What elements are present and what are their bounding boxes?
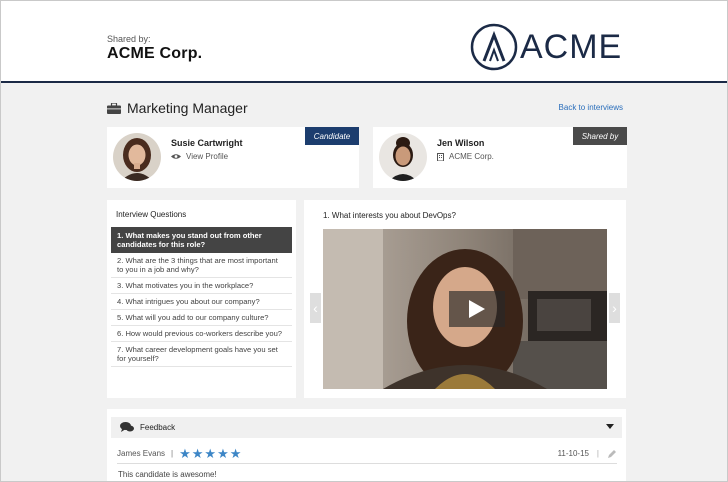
- candidate-badge: Candidate: [305, 127, 359, 145]
- page-title-row: Marketing Manager: [107, 98, 248, 118]
- previous-video-arrow[interactable]: ‹: [310, 293, 321, 323]
- chat-bubbles-icon: [120, 422, 134, 432]
- date-separator: |: [596, 449, 599, 458]
- reviewer-name: James Evans: [117, 449, 166, 458]
- shared-by-card: Jen Wilson ACME Corp. Shared by: [373, 127, 627, 188]
- feedback-entry: James Evans | ★ ★ ★ ★ ★ 11-10-15 |: [117, 444, 617, 464]
- sharer-name: Jen Wilson: [437, 138, 485, 148]
- video-player[interactable]: [323, 229, 607, 389]
- feedback-date: 11-10-15: [557, 449, 589, 458]
- video-question-title: 1. What interests you about DevOps?: [323, 211, 456, 220]
- acme-logo-mark-icon: [470, 23, 518, 71]
- view-profile-label: View Profile: [186, 152, 229, 161]
- page-title: Marketing Manager: [127, 100, 248, 116]
- question-item-6[interactable]: 6. How would previous co-workers describ…: [111, 326, 292, 342]
- question-item-7[interactable]: 7. What career development goals have yo…: [111, 342, 292, 367]
- candidate-name: Susie Cartwright: [171, 138, 243, 148]
- reviewer-separator: |: [171, 449, 174, 458]
- question-item-4[interactable]: 4. What intrigues you about our company?: [111, 294, 292, 310]
- question-item-1[interactable]: 1. What makes you stand out from other c…: [111, 227, 292, 253]
- acme-logo: ACME: [470, 23, 630, 71]
- feedback-comment: This candidate is awesome!: [118, 470, 217, 479]
- star-icon: ★: [179, 446, 191, 461]
- play-button[interactable]: [449, 291, 505, 327]
- back-to-interviews-link[interactable]: Back to interviews: [559, 103, 623, 112]
- star-icon: ★: [229, 446, 242, 461]
- interview-questions-title: Interview Questions: [116, 210, 187, 219]
- star-icon: ★: [217, 446, 229, 461]
- shared-by-label: Shared by:: [107, 34, 151, 44]
- feedback-collapse-icon[interactable]: [606, 424, 614, 429]
- star-icon: ★: [191, 446, 204, 461]
- feedback-title: Feedback: [140, 423, 176, 432]
- briefcase-icon: [107, 102, 121, 114]
- eye-icon: [171, 154, 181, 159]
- header: Shared by: ACME Corp. ACME: [1, 1, 727, 83]
- question-item-5[interactable]: 5. What will you add to our company cult…: [111, 310, 292, 326]
- shared-by-badge: Shared by: [573, 127, 627, 145]
- question-list: 1. What makes you stand out from other c…: [111, 227, 292, 367]
- sharer-avatar: [379, 133, 427, 181]
- star-rating: ★ ★ ★ ★ ★: [179, 447, 242, 460]
- play-icon: [469, 300, 485, 318]
- next-video-arrow[interactable]: ›: [609, 293, 620, 323]
- shared-by-company: ACME Corp.: [107, 45, 203, 62]
- question-item-3[interactable]: 3. What motivates you in the workplace?: [111, 278, 292, 294]
- acme-logo-text: ACME: [520, 27, 623, 66]
- candidate-card: Susie Cartwright View Profile Candidate: [107, 127, 359, 188]
- app-frame: Shared by: ACME Corp. ACME Marketing Man…: [0, 0, 728, 482]
- video-panel: 1. What interests you about DevOps? ‹ ›: [304, 200, 626, 398]
- feedback-header[interactable]: Feedback: [111, 417, 622, 438]
- interview-questions-panel: Interview Questions 1. What makes you st…: [107, 200, 296, 398]
- question-item-2[interactable]: 2. What are the 3 things that are most i…: [111, 253, 292, 278]
- candidate-avatar: [113, 133, 161, 181]
- sharer-company: ACME Corp.: [437, 152, 494, 161]
- edit-pencil-icon[interactable]: [607, 449, 617, 459]
- feedback-panel: Feedback James Evans | ★ ★ ★ ★ ★ 11-10-1…: [107, 409, 626, 481]
- star-icon: ★: [204, 446, 217, 461]
- sharer-company-label: ACME Corp.: [449, 152, 494, 161]
- view-profile-link[interactable]: View Profile: [171, 152, 228, 161]
- building-icon: [437, 152, 444, 161]
